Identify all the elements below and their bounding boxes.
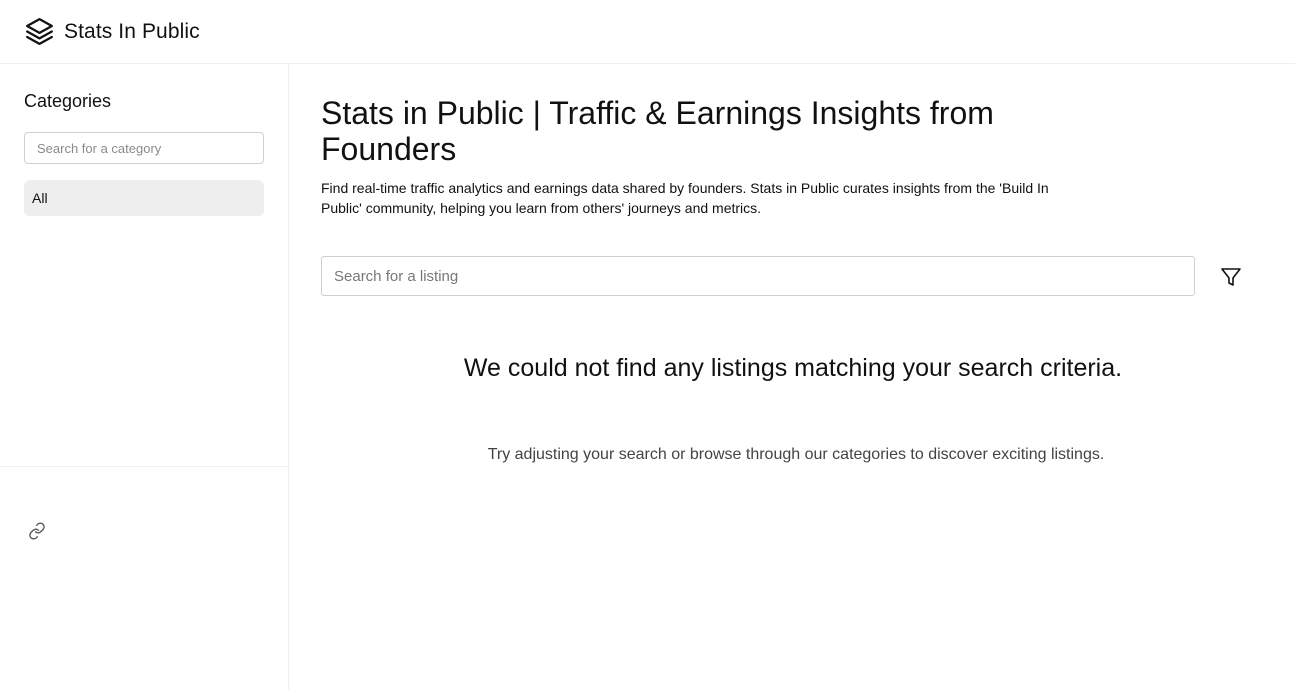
category-search-input[interactable] [24,132,264,164]
empty-state-title: We could not find any listings matching … [463,354,1123,382]
brand-name: Stats In Public [64,19,200,43]
top-header: Stats In Public [0,0,1295,64]
categories-sidebar: Categories All [0,64,289,690]
brand-logo-link[interactable]: Stats In Public [23,15,200,48]
category-item-all[interactable]: All [24,180,264,216]
layers-icon [26,18,53,45]
page-description: Find real-time traffic analytics and ear… [321,180,1049,216]
filter-icon [1221,268,1241,286]
link-icon[interactable] [28,522,46,540]
empty-state-description: Try adjusting your search or browse thro… [487,446,1105,463]
page-title: Stats in Public | Traffic & Earnings Ins… [321,95,994,167]
filter-button[interactable] [1216,262,1246,292]
categories-heading: Categories [24,91,112,111]
listing-search-input[interactable] [321,256,1195,296]
sidebar-divider [0,466,289,467]
